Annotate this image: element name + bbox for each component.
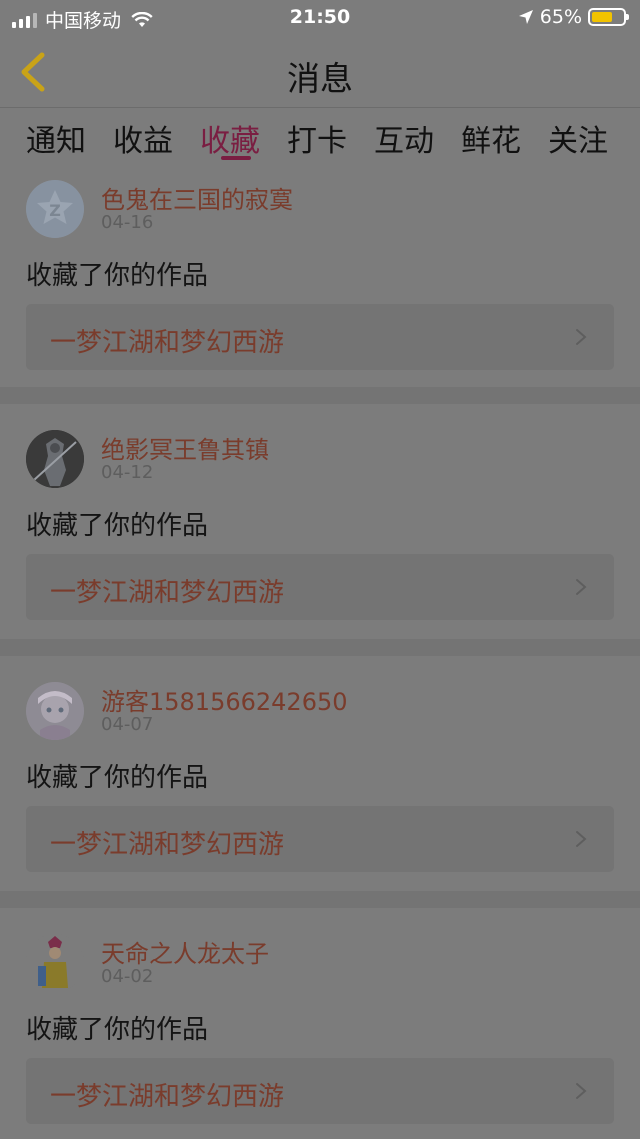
status-bar: 中国移动 21:50 65% bbox=[0, 0, 640, 36]
chevron-right-icon bbox=[576, 831, 587, 847]
tab-earnings[interactable]: 收益 bbox=[113, 116, 173, 160]
username[interactable]: 天命之人龙太子 bbox=[101, 934, 269, 969]
status-right: 65% bbox=[518, 6, 629, 28]
chevron-right-icon bbox=[576, 329, 587, 345]
list-item: Z 色鬼在三国的寂寞 04-16 收藏了你的作品 一梦江湖和梦幻西游 bbox=[0, 170, 640, 386]
warrior-avatar-icon bbox=[26, 430, 84, 488]
svg-text:Z: Z bbox=[49, 201, 61, 220]
divider bbox=[0, 891, 640, 908]
divider bbox=[0, 639, 640, 656]
work-title: 一梦江湖和梦幻西游 bbox=[50, 578, 285, 608]
avatar[interactable] bbox=[26, 934, 84, 992]
anime-avatar-icon bbox=[26, 682, 84, 740]
timestamp: 04-16 bbox=[101, 212, 154, 233]
username[interactable]: 色鬼在三国的寂寞 bbox=[101, 180, 293, 215]
tab-follows[interactable]: 关注 bbox=[548, 116, 608, 160]
action-text: 收藏了你的作品 bbox=[26, 763, 209, 793]
tab-notifications[interactable]: 通知 bbox=[26, 116, 86, 160]
chevron-right-icon bbox=[576, 1083, 587, 1099]
list-item: 天命之人龙太子 04-02 收藏了你的作品 一梦江湖和梦幻西游 bbox=[0, 908, 640, 1124]
divider bbox=[0, 387, 640, 404]
work-link[interactable]: 一梦江湖和梦幻西游 bbox=[26, 1058, 614, 1124]
battery-fill bbox=[592, 12, 612, 22]
battery-icon bbox=[588, 8, 629, 26]
action-text: 收藏了你的作品 bbox=[26, 1015, 209, 1045]
work-link[interactable]: 一梦江湖和梦幻西游 bbox=[26, 554, 614, 620]
page-title: 消息 bbox=[287, 59, 353, 98]
action-text: 收藏了你的作品 bbox=[26, 511, 209, 541]
timestamp: 04-12 bbox=[101, 462, 154, 483]
action-text: 收藏了你的作品 bbox=[26, 261, 209, 291]
work-link[interactable]: 一梦江湖和梦幻西游 bbox=[26, 806, 614, 872]
work-link[interactable]: 一梦江湖和梦幻西游 bbox=[26, 304, 614, 370]
work-title: 一梦江湖和梦幻西游 bbox=[50, 830, 285, 860]
list-item: 游客1581566242650 04-07 收藏了你的作品 一梦江湖和梦幻西游 bbox=[0, 656, 640, 872]
avatar[interactable] bbox=[26, 430, 84, 488]
timestamp: 04-02 bbox=[101, 966, 154, 987]
username[interactable]: 游客1581566242650 bbox=[101, 682, 348, 717]
active-tab-indicator bbox=[221, 156, 251, 160]
location-arrow-icon bbox=[518, 10, 533, 24]
tab-checkin[interactable]: 打卡 bbox=[287, 116, 347, 160]
tab-bar: 通知 收益 收藏 打卡 互动 鲜花 关注 bbox=[0, 108, 640, 170]
list-item: 绝影冥王鲁其镇 04-12 收藏了你的作品 一梦江湖和梦幻西游 bbox=[0, 404, 640, 620]
nav-bar: 消息 bbox=[0, 36, 640, 108]
tab-flowers[interactable]: 鲜花 bbox=[461, 116, 521, 160]
chevron-right-icon bbox=[576, 579, 587, 595]
tab-interactions[interactable]: 互动 bbox=[374, 116, 434, 160]
default-avatar-icon: Z bbox=[26, 180, 84, 238]
work-title: 一梦江湖和梦幻西游 bbox=[50, 1082, 285, 1112]
username[interactable]: 绝影冥王鲁其镇 bbox=[101, 430, 269, 465]
timestamp: 04-07 bbox=[101, 714, 154, 735]
avatar[interactable]: Z bbox=[26, 180, 84, 238]
tab-favorites[interactable]: 收藏 bbox=[200, 116, 260, 160]
avatar[interactable] bbox=[26, 682, 84, 740]
battery-percent: 65% bbox=[539, 6, 582, 28]
work-title: 一梦江湖和梦幻西游 bbox=[50, 328, 285, 358]
character-avatar-icon bbox=[26, 934, 84, 992]
